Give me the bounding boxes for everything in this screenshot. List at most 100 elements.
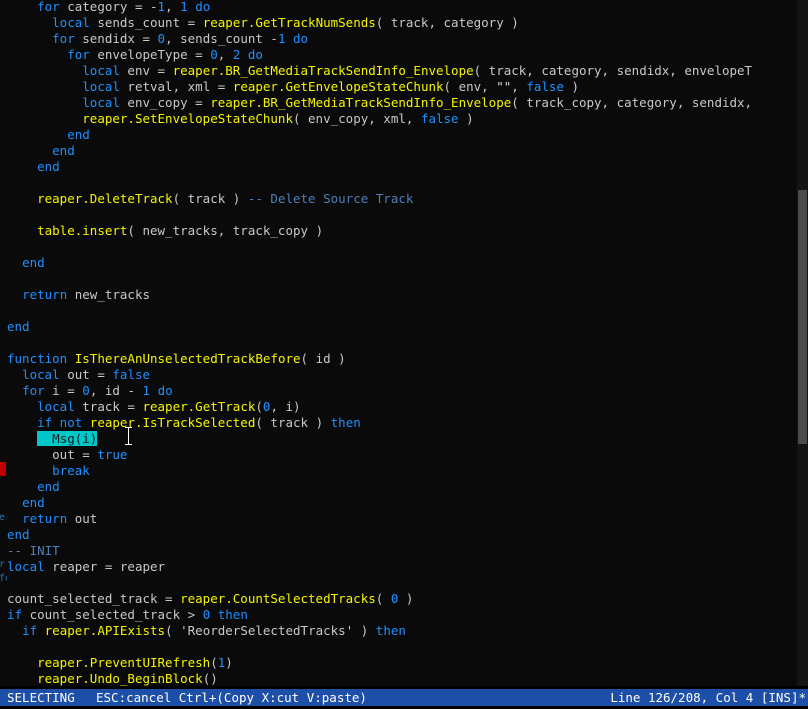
code-line[interactable]: end xyxy=(7,319,30,335)
code-token: end xyxy=(37,479,60,494)
code-line[interactable]: return new_tracks xyxy=(7,287,150,303)
code-token: ( track ) xyxy=(172,191,248,206)
code-token: ( track, category ) xyxy=(375,15,519,30)
code-line[interactable]: reaper.DeleteTrack( track ) -- Delete So… xyxy=(7,191,413,207)
code-token: 0 xyxy=(157,31,166,46)
code-line[interactable]: out = true xyxy=(7,447,127,463)
code-line[interactable]: local track = reaper.GetTrack(0, i) xyxy=(7,399,300,415)
code-line[interactable]: for sendidx = 0, sends_count -1 do xyxy=(7,31,308,47)
code-line[interactable]: for i = 0, id - 1 do xyxy=(7,383,173,399)
code-line[interactable]: end xyxy=(7,143,75,159)
code-line[interactable]: end xyxy=(7,479,60,495)
code-token: out = xyxy=(59,367,113,382)
code-token: for xyxy=(67,47,90,62)
code-token: for xyxy=(37,0,60,14)
code-token: reaper.GetTrackNumSends xyxy=(202,15,376,30)
code-token: -- Delete Source Track xyxy=(247,191,414,206)
code-token: out xyxy=(67,511,98,526)
gutter-fragment: r' xyxy=(0,559,7,570)
code-line[interactable]: if count_selected_track > 0 then xyxy=(7,607,248,623)
code-token: ) xyxy=(225,655,233,670)
code-token: reaper.GetTrack xyxy=(142,399,256,414)
code-token: sendidx = xyxy=(74,31,158,46)
code-token: reaper.PreventUIRefresh xyxy=(37,655,211,670)
code-token: , xyxy=(165,0,181,14)
code-token: ( track, category, sendidx, envelopeT xyxy=(473,63,753,78)
code-token: return xyxy=(22,287,68,302)
code-line[interactable]: if reaper.APIExists( 'ReorderSelectedTra… xyxy=(7,623,406,639)
code-token: for xyxy=(52,31,75,46)
code-token: false xyxy=(112,367,151,382)
code-token: reaper.BR_GetMediaTrackSendInfo_Envelope xyxy=(172,63,474,78)
gutter-fragment: fo xyxy=(0,573,7,584)
code-token: ( env, xyxy=(443,79,497,94)
code-line[interactable]: local env = reaper.BR_GetMediaTrackSendI… xyxy=(7,63,752,79)
code-token: retval, xml = xyxy=(119,79,233,94)
code-line[interactable]: local sends_count = reaper.GetTrackNumSe… xyxy=(7,15,519,31)
code-token: 1 xyxy=(142,383,151,398)
code-line[interactable]: reaper.PreventUIRefresh(1) xyxy=(7,655,233,671)
code-token: end xyxy=(22,255,45,270)
code-line[interactable]: end xyxy=(7,159,60,175)
code-editor-window[interactable]: er r' fo for category = -1, 1 do local s… xyxy=(0,0,808,709)
code-token: () xyxy=(202,671,218,686)
vertical-scrollbar[interactable] xyxy=(797,0,808,686)
code-line[interactable]: reaper.SetEnvelopeStateChunk( env_copy, … xyxy=(7,111,473,127)
code-line[interactable]: -- INIT xyxy=(7,543,60,559)
code-line[interactable]: function IsThereAnUnselectedTrackBefore(… xyxy=(7,351,346,367)
code-token: reaper.CountSelectedTracks xyxy=(180,591,376,606)
code-line[interactable]: table.insert( new_tracks, track_copy ) xyxy=(7,223,323,239)
code-token: reaper.GetEnvelopeStateChunk xyxy=(232,79,444,94)
code-token: local xyxy=(82,95,120,110)
code-line[interactable]: for envelopeType = 0, 2 do xyxy=(7,47,263,63)
code-token: local xyxy=(82,79,120,94)
code-token: 0 xyxy=(210,47,218,62)
code-token: env_copy = xyxy=(119,95,211,110)
text-cursor-icon xyxy=(124,427,133,445)
code-line[interactable]: break xyxy=(7,463,90,479)
error-marker xyxy=(0,462,6,476)
code-token: reaper.BR_GetMediaTrackSendInfo_Envelope xyxy=(210,95,512,110)
code-line[interactable]: count_selected_track = reaper.CountSelec… xyxy=(7,591,413,607)
code-line[interactable]: local reaper = reaper xyxy=(7,559,165,575)
scrollbar-thumb[interactable] xyxy=(798,190,807,444)
code-line[interactable]: reaper.Undo_BeginBlock() xyxy=(7,671,218,686)
code-token: ( id ) xyxy=(300,351,346,366)
code-line[interactable]: for category = -1, 1 do xyxy=(7,0,210,15)
code-token: ( xyxy=(210,655,218,670)
code-line[interactable]: local retval, xml = reaper.GetEnvelopeSt… xyxy=(7,79,579,95)
code-token: true xyxy=(97,447,128,462)
code-line[interactable]: end xyxy=(7,527,30,543)
code-line[interactable]: end xyxy=(7,127,90,143)
code-area[interactable]: for category = -1, 1 do local sends_coun… xyxy=(7,0,797,686)
code-line[interactable]: if not reaper.IsTrackSelected( track ) t… xyxy=(7,415,361,431)
code-token: ( 'ReorderSelectedTracks' ) xyxy=(165,623,376,638)
code-line[interactable]: local out = false xyxy=(7,367,150,383)
code-line[interactable]: end xyxy=(7,495,45,511)
code-token: end xyxy=(67,127,90,142)
code-line[interactable]: return out xyxy=(7,511,97,527)
code-line[interactable]: Msg(i) xyxy=(7,431,98,447)
selected-text: Msg(i) xyxy=(37,431,98,446)
code-token: function xyxy=(7,351,68,366)
code-token: reaper.IsTrackSelected xyxy=(89,415,256,430)
code-token: end xyxy=(52,143,75,158)
code-line[interactable]: end xyxy=(7,255,45,271)
code-line[interactable]: local env_copy = reaper.BR_GetMediaTrack… xyxy=(7,95,752,111)
code-token: reaper.SetEnvelopeStateChunk xyxy=(82,111,293,126)
code-token: end xyxy=(22,495,45,510)
code-token: out = xyxy=(7,447,98,462)
